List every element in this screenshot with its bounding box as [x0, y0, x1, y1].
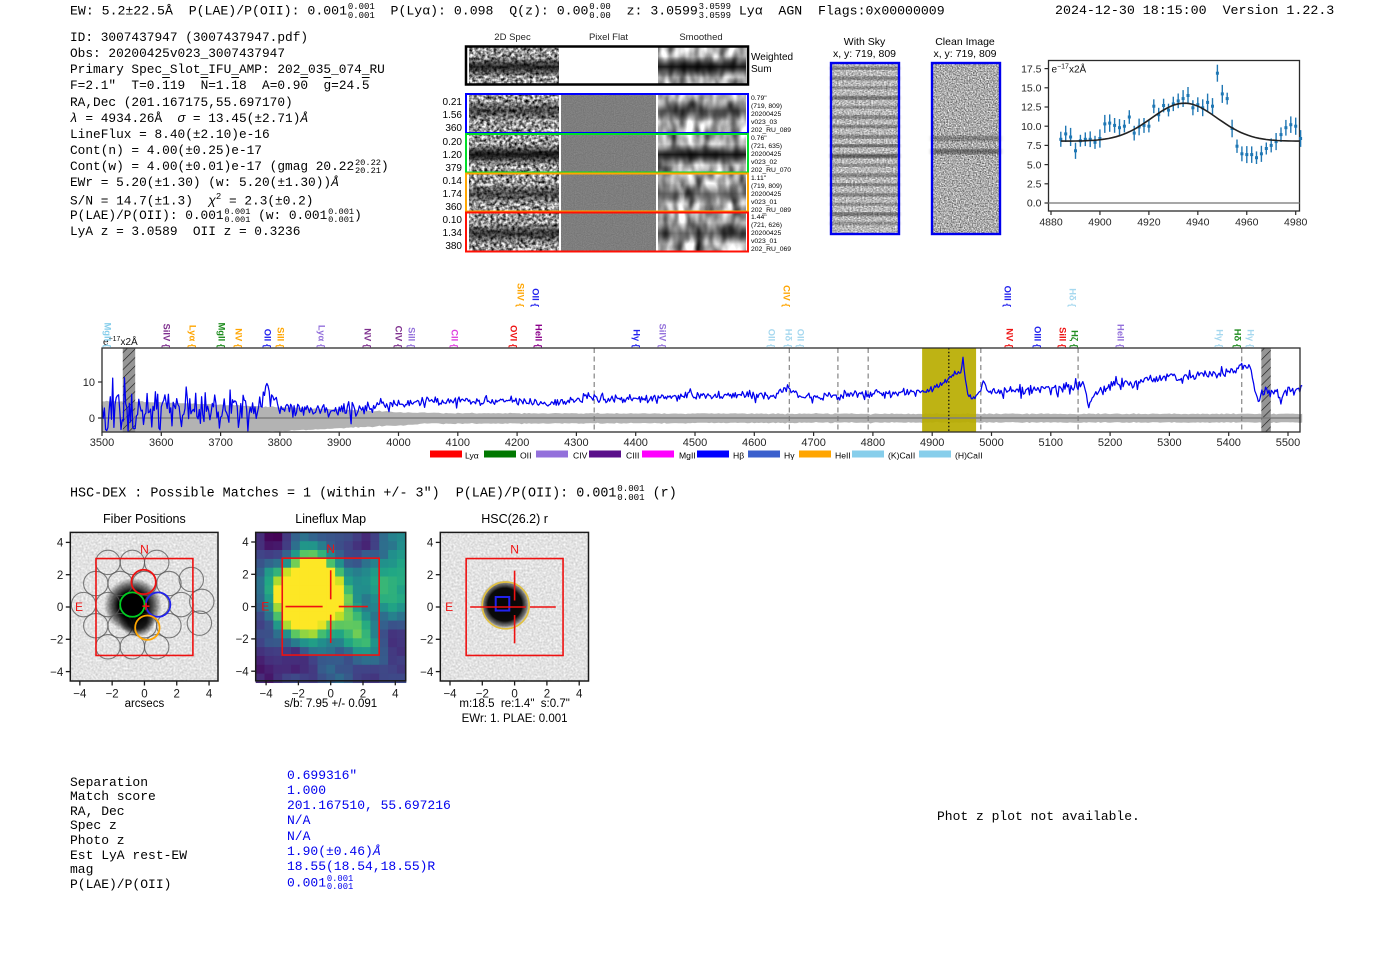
svg-text:2: 2 — [427, 570, 433, 582]
svg-text:2: 2 — [57, 570, 63, 582]
svg-text:−2: −2 — [420, 635, 433, 647]
svg-text:0: 0 — [427, 602, 433, 614]
svg-text:E: E — [445, 600, 453, 614]
svg-text:4: 4 — [242, 537, 249, 549]
svg-text:N: N — [140, 543, 149, 557]
svg-text:−4: −4 — [50, 667, 64, 679]
svg-text:4: 4 — [427, 538, 434, 550]
svg-text:−2: −2 — [236, 634, 249, 646]
svg-text:4: 4 — [57, 538, 64, 550]
svg-text:0: 0 — [57, 602, 63, 614]
svg-text:E: E — [75, 600, 83, 614]
svg-text:2: 2 — [242, 570, 248, 582]
svg-text:N: N — [326, 542, 335, 556]
svg-text:E: E — [261, 600, 269, 614]
svg-text:−2: −2 — [50, 635, 63, 647]
svg-text:−4: −4 — [236, 666, 250, 678]
svg-text:N: N — [510, 543, 519, 557]
svg-text:−4: −4 — [420, 667, 434, 679]
svg-text:0: 0 — [242, 602, 248, 614]
